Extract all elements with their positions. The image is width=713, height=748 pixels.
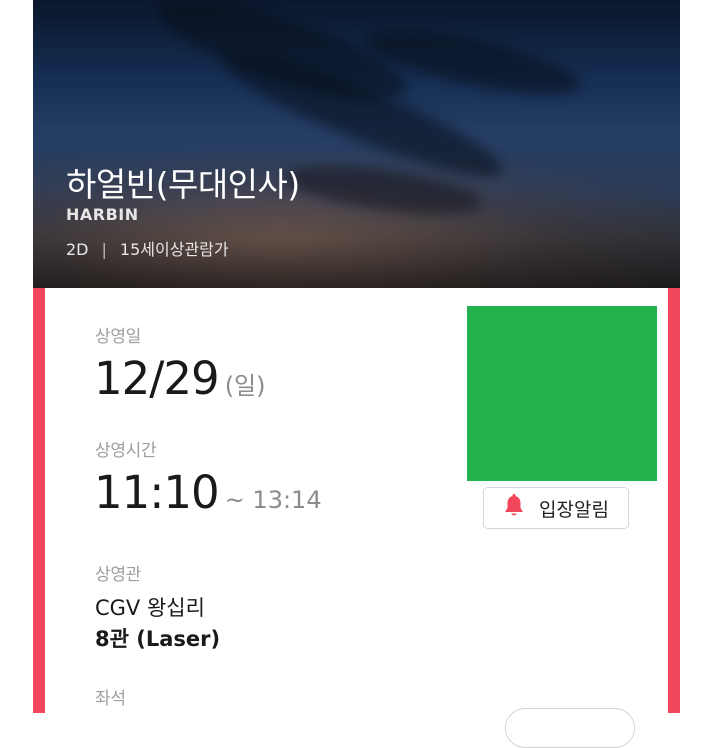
movie-title: 하얼빈(무대인사) (66, 165, 300, 204)
entry-notification-button[interactable]: 입장알림 (483, 487, 629, 529)
start-time: 11:10 (94, 466, 220, 519)
end-time: ~ 13:14 (224, 486, 322, 514)
screening-date: 12/29 (일) (94, 352, 266, 405)
movie-original-title: HARBIN (66, 205, 139, 224)
notify-button-label: 입장알림 (539, 498, 609, 521)
date-value: 12/29 (94, 352, 220, 405)
bell-icon (503, 494, 525, 522)
movie-format: 2D (66, 240, 89, 259)
ticket-card: 하얼빈(무대인사) HARBIN 2D | 15세이상관람가 상영일 12/29 (일… (33, 0, 680, 748)
movie-hero-banner: 하얼빈(무대인사) HARBIN 2D | 15세이상관람가 (33, 0, 680, 288)
meta-divider: | (101, 240, 107, 259)
theater-label: 상영관 (95, 565, 142, 585)
weekday: (일) (224, 372, 266, 400)
seat-action-button[interactable] (505, 708, 635, 748)
movie-rating: 15세이상관람가 (119, 240, 229, 259)
movie-meta: 2D | 15세이상관람가 (66, 236, 229, 260)
screening-time: 11:10 ~ 13:14 (94, 466, 322, 519)
theater-name: CGV 왕십리 (95, 596, 205, 620)
time-label: 상영시간 (95, 441, 157, 461)
ticket-details: 상영일 12/29 (일) 상영시간 11:10 ~ 13:14 상영관 CGV 왕… (33, 288, 680, 748)
theater-hall: 8관 (Laser) (95, 627, 221, 651)
date-label: 상영일 (95, 327, 142, 347)
seat-label: 좌석 (95, 689, 126, 709)
movie-poster (467, 306, 657, 481)
